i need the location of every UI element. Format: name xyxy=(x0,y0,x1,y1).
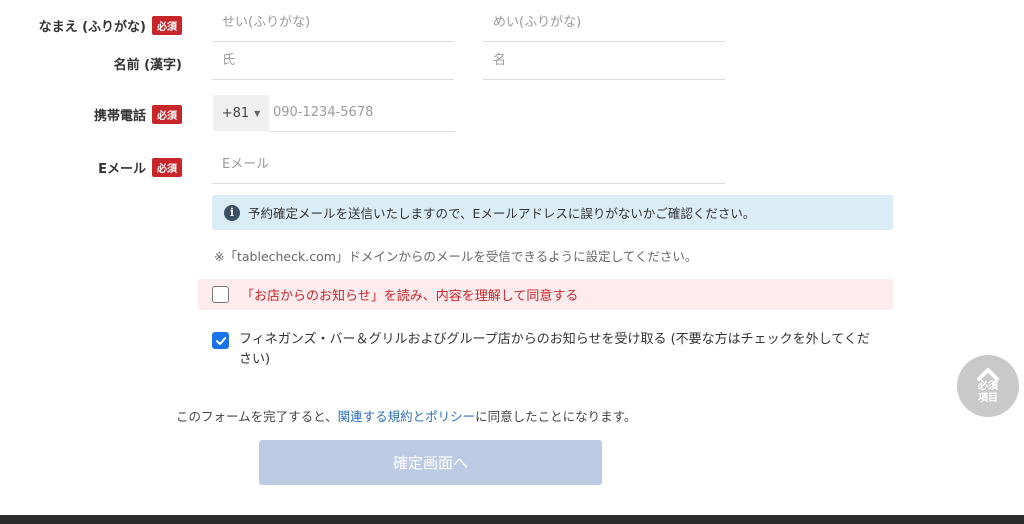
optin-row[interactable]: フィネガンズ・バー＆グリルおよびグループ店からのお知らせを受け取る (不要な方は… xyxy=(212,330,872,370)
required-fields-label-1: 必須 xyxy=(978,381,998,392)
kanji-mei-field[interactable] xyxy=(483,42,725,80)
kanji-sei-input[interactable] xyxy=(222,53,454,68)
bottom-bar xyxy=(0,515,1024,524)
furigana-sei-input[interactable] xyxy=(222,15,454,30)
furigana-label-row: なまえ (ふりがな) 必須 xyxy=(39,16,182,35)
required-fields-scroll-button[interactable]: 必須 項目 xyxy=(957,355,1019,417)
optin-text: フィネガンズ・バー＆グリルおよびグループ店からのお知らせを受け取る (不要な方は… xyxy=(239,332,870,367)
policy-prefix: このフォームを完了すると、 xyxy=(176,409,338,424)
agree-notice-row[interactable]: 「お店からのお知らせ」を読み、内容を理解して同意する xyxy=(198,279,893,310)
phone-input[interactable] xyxy=(273,105,454,120)
country-code-value: +81 xyxy=(221,105,250,121)
info-message-box: i 予約確定メールを送信いたしますので、Eメールアドレスに誤りがないかご確認くだ… xyxy=(212,195,893,230)
policy-suffix: に同意したことになります。 xyxy=(475,409,637,424)
chevron-down-icon: ▼ xyxy=(254,108,261,118)
email-label: Eメール xyxy=(98,162,146,177)
kanji-mei-input[interactable] xyxy=(493,53,725,68)
policy-link[interactable]: 関連する規約とポリシー xyxy=(338,409,476,424)
agree-text: 「お店からのお知らせ」を読み、内容を理解して同意する xyxy=(241,289,579,304)
kanji-name-label-row: 名前 (漢字) xyxy=(114,54,182,73)
kanji-sei-field[interactable] xyxy=(212,42,454,80)
confirm-button[interactable]: 確定画面へ xyxy=(259,440,602,485)
checkmark-icon xyxy=(215,336,226,345)
phone-label-row: 携帯電話 必須 xyxy=(94,105,182,124)
phone-label: 携帯電話 xyxy=(93,109,146,124)
info-icon: i xyxy=(224,204,240,221)
required-badge: 必須 xyxy=(152,16,182,35)
chevron-up-icon xyxy=(977,368,999,381)
email-label-row: Eメール 必須 xyxy=(98,158,182,177)
info-message-text: 予約確定メールを送信いたしますので、Eメールアドレスに誤りがないかご確認ください… xyxy=(248,206,756,221)
required-badge: 必須 xyxy=(152,158,182,177)
domain-note: ※「tablecheck.com」ドメインからのメールを受信できるように設定して… xyxy=(214,249,698,264)
furigana-sei-field[interactable] xyxy=(212,4,454,42)
email-input[interactable] xyxy=(222,157,725,172)
furigana-mei-field[interactable] xyxy=(483,4,725,42)
kanji-name-label: 名前 (漢字) xyxy=(113,58,182,73)
required-fields-label-2: 項目 xyxy=(978,393,998,404)
email-field[interactable] xyxy=(212,146,725,184)
phone-field[interactable] xyxy=(269,94,454,132)
country-code-select[interactable]: +81 ▼ xyxy=(213,95,269,131)
required-badge: 必須 xyxy=(152,105,182,124)
agree-checkbox[interactable] xyxy=(212,286,229,303)
optin-checkbox[interactable] xyxy=(212,332,229,349)
furigana-mei-input[interactable] xyxy=(493,15,725,30)
policy-text: このフォームを完了すると、関連する規約とポリシーに同意したことになります。 xyxy=(176,406,636,425)
furigana-label: なまえ (ふりがな) xyxy=(38,20,146,35)
